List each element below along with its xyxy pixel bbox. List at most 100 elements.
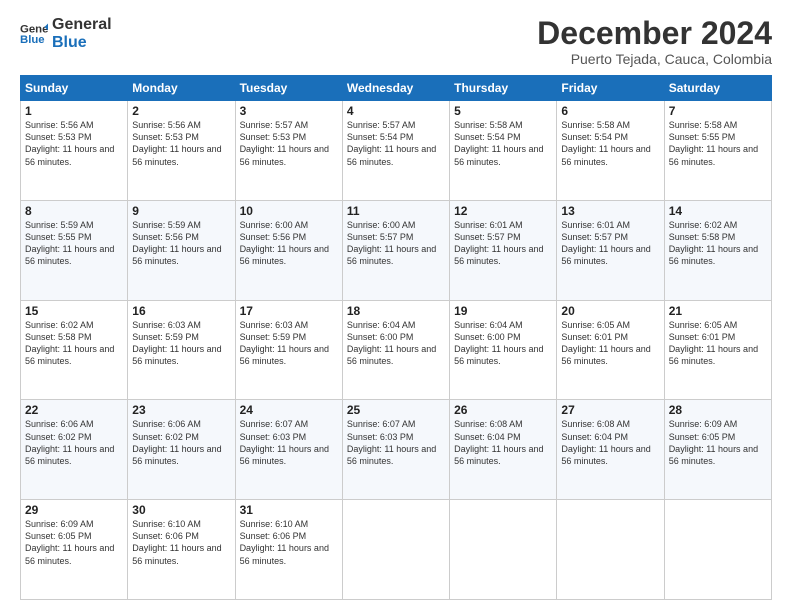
calendar-cell: 18 Sunrise: 6:04 AMSunset: 6:00 PMDaylig… [342, 300, 449, 400]
col-header-saturday: Saturday [664, 76, 771, 101]
calendar-week-2: 8 Sunrise: 5:59 AMSunset: 5:55 PMDayligh… [21, 200, 772, 300]
day-number: 19 [454, 304, 552, 318]
day-number: 10 [240, 204, 338, 218]
day-info: Sunrise: 6:07 AMSunset: 6:03 PMDaylight:… [240, 419, 329, 465]
day-info: Sunrise: 6:04 AMSunset: 6:00 PMDaylight:… [454, 320, 543, 366]
day-info: Sunrise: 6:10 AMSunset: 6:06 PMDaylight:… [240, 519, 329, 565]
day-info: Sunrise: 6:05 AMSunset: 6:01 PMDaylight:… [561, 320, 650, 366]
day-info: Sunrise: 6:01 AMSunset: 5:57 PMDaylight:… [561, 220, 650, 266]
calendar-cell: 16 Sunrise: 6:03 AMSunset: 5:59 PMDaylig… [128, 300, 235, 400]
day-info: Sunrise: 5:56 AMSunset: 5:53 PMDaylight:… [132, 120, 221, 166]
day-number: 7 [669, 104, 767, 118]
col-header-friday: Friday [557, 76, 664, 101]
calendar-cell: 20 Sunrise: 6:05 AMSunset: 6:01 PMDaylig… [557, 300, 664, 400]
day-number: 17 [240, 304, 338, 318]
day-info: Sunrise: 6:05 AMSunset: 6:01 PMDaylight:… [669, 320, 758, 366]
calendar-cell: 5 Sunrise: 5:58 AMSunset: 5:54 PMDayligh… [450, 101, 557, 201]
day-number: 5 [454, 104, 552, 118]
calendar-cell: 21 Sunrise: 6:05 AMSunset: 6:01 PMDaylig… [664, 300, 771, 400]
calendar-cell: 10 Sunrise: 6:00 AMSunset: 5:56 PMDaylig… [235, 200, 342, 300]
day-info: Sunrise: 5:57 AMSunset: 5:53 PMDaylight:… [240, 120, 329, 166]
calendar-cell: 17 Sunrise: 6:03 AMSunset: 5:59 PMDaylig… [235, 300, 342, 400]
calendar-cell: 9 Sunrise: 5:59 AMSunset: 5:56 PMDayligh… [128, 200, 235, 300]
calendar-cell [557, 500, 664, 600]
day-number: 23 [132, 403, 230, 417]
title-area: December 2024 Puerto Tejada, Cauca, Colo… [537, 16, 772, 67]
day-info: Sunrise: 6:06 AMSunset: 6:02 PMDaylight:… [25, 419, 114, 465]
calendar-cell [450, 500, 557, 600]
calendar-cell: 23 Sunrise: 6:06 AMSunset: 6:02 PMDaylig… [128, 400, 235, 500]
calendar-cell: 25 Sunrise: 6:07 AMSunset: 6:03 PMDaylig… [342, 400, 449, 500]
day-number: 9 [132, 204, 230, 218]
calendar-cell: 13 Sunrise: 6:01 AMSunset: 5:57 PMDaylig… [557, 200, 664, 300]
day-number: 30 [132, 503, 230, 517]
calendar-cell: 15 Sunrise: 6:02 AMSunset: 5:58 PMDaylig… [21, 300, 128, 400]
calendar-cell: 1 Sunrise: 5:56 AMSunset: 5:53 PMDayligh… [21, 101, 128, 201]
calendar-week-5: 29 Sunrise: 6:09 AMSunset: 6:05 PMDaylig… [21, 500, 772, 600]
day-info: Sunrise: 6:09 AMSunset: 6:05 PMDaylight:… [25, 519, 114, 565]
day-number: 22 [25, 403, 123, 417]
day-info: Sunrise: 5:58 AMSunset: 5:54 PMDaylight:… [561, 120, 650, 166]
calendar-cell: 12 Sunrise: 6:01 AMSunset: 5:57 PMDaylig… [450, 200, 557, 300]
calendar-cell: 11 Sunrise: 6:00 AMSunset: 5:57 PMDaylig… [342, 200, 449, 300]
page: General Blue General Blue December 2024 … [0, 0, 792, 612]
day-number: 6 [561, 104, 659, 118]
day-number: 24 [240, 403, 338, 417]
calendar-cell: 6 Sunrise: 5:58 AMSunset: 5:54 PMDayligh… [557, 101, 664, 201]
calendar-cell: 7 Sunrise: 5:58 AMSunset: 5:55 PMDayligh… [664, 101, 771, 201]
day-info: Sunrise: 6:00 AMSunset: 5:57 PMDaylight:… [347, 220, 436, 266]
day-number: 1 [25, 104, 123, 118]
calendar-week-4: 22 Sunrise: 6:06 AMSunset: 6:02 PMDaylig… [21, 400, 772, 500]
day-info: Sunrise: 5:58 AMSunset: 5:54 PMDaylight:… [454, 120, 543, 166]
calendar-cell: 24 Sunrise: 6:07 AMSunset: 6:03 PMDaylig… [235, 400, 342, 500]
day-number: 16 [132, 304, 230, 318]
calendar-cell: 2 Sunrise: 5:56 AMSunset: 5:53 PMDayligh… [128, 101, 235, 201]
location: Puerto Tejada, Cauca, Colombia [537, 51, 772, 67]
day-number: 31 [240, 503, 338, 517]
day-number: 11 [347, 204, 445, 218]
calendar-cell: 29 Sunrise: 6:09 AMSunset: 6:05 PMDaylig… [21, 500, 128, 600]
day-info: Sunrise: 5:57 AMSunset: 5:54 PMDaylight:… [347, 120, 436, 166]
day-number: 29 [25, 503, 123, 517]
calendar-week-1: 1 Sunrise: 5:56 AMSunset: 5:53 PMDayligh… [21, 101, 772, 201]
day-number: 21 [669, 304, 767, 318]
day-number: 28 [669, 403, 767, 417]
col-header-monday: Monday [128, 76, 235, 101]
day-info: Sunrise: 6:03 AMSunset: 5:59 PMDaylight:… [132, 320, 221, 366]
day-info: Sunrise: 5:59 AMSunset: 5:55 PMDaylight:… [25, 220, 114, 266]
logo: General Blue General Blue [20, 16, 112, 51]
day-number: 27 [561, 403, 659, 417]
calendar-cell: 8 Sunrise: 5:59 AMSunset: 5:55 PMDayligh… [21, 200, 128, 300]
day-number: 4 [347, 104, 445, 118]
col-header-tuesday: Tuesday [235, 76, 342, 101]
header: General Blue General Blue December 2024 … [20, 16, 772, 67]
day-info: Sunrise: 6:02 AMSunset: 5:58 PMDaylight:… [25, 320, 114, 366]
day-info: Sunrise: 5:56 AMSunset: 5:53 PMDaylight:… [25, 120, 114, 166]
day-info: Sunrise: 5:59 AMSunset: 5:56 PMDaylight:… [132, 220, 221, 266]
day-number: 26 [454, 403, 552, 417]
calendar-cell: 28 Sunrise: 6:09 AMSunset: 6:05 PMDaylig… [664, 400, 771, 500]
day-info: Sunrise: 6:02 AMSunset: 5:58 PMDaylight:… [669, 220, 758, 266]
calendar-cell: 22 Sunrise: 6:06 AMSunset: 6:02 PMDaylig… [21, 400, 128, 500]
calendar-cell: 14 Sunrise: 6:02 AMSunset: 5:58 PMDaylig… [664, 200, 771, 300]
logo-icon: General Blue [20, 20, 48, 48]
day-number: 18 [347, 304, 445, 318]
day-info: Sunrise: 6:09 AMSunset: 6:05 PMDaylight:… [669, 419, 758, 465]
calendar-cell: 3 Sunrise: 5:57 AMSunset: 5:53 PMDayligh… [235, 101, 342, 201]
day-info: Sunrise: 6:08 AMSunset: 6:04 PMDaylight:… [561, 419, 650, 465]
calendar-cell [664, 500, 771, 600]
calendar-cell: 31 Sunrise: 6:10 AMSunset: 6:06 PMDaylig… [235, 500, 342, 600]
day-info: Sunrise: 6:10 AMSunset: 6:06 PMDaylight:… [132, 519, 221, 565]
calendar-header-row: SundayMondayTuesdayWednesdayThursdayFrid… [21, 76, 772, 101]
day-number: 2 [132, 104, 230, 118]
day-number: 8 [25, 204, 123, 218]
calendar-cell: 4 Sunrise: 5:57 AMSunset: 5:54 PMDayligh… [342, 101, 449, 201]
day-number: 15 [25, 304, 123, 318]
day-info: Sunrise: 5:58 AMSunset: 5:55 PMDaylight:… [669, 120, 758, 166]
day-info: Sunrise: 6:08 AMSunset: 6:04 PMDaylight:… [454, 419, 543, 465]
day-number: 13 [561, 204, 659, 218]
day-info: Sunrise: 6:00 AMSunset: 5:56 PMDaylight:… [240, 220, 329, 266]
svg-text:Blue: Blue [20, 33, 45, 45]
day-number: 14 [669, 204, 767, 218]
day-number: 3 [240, 104, 338, 118]
